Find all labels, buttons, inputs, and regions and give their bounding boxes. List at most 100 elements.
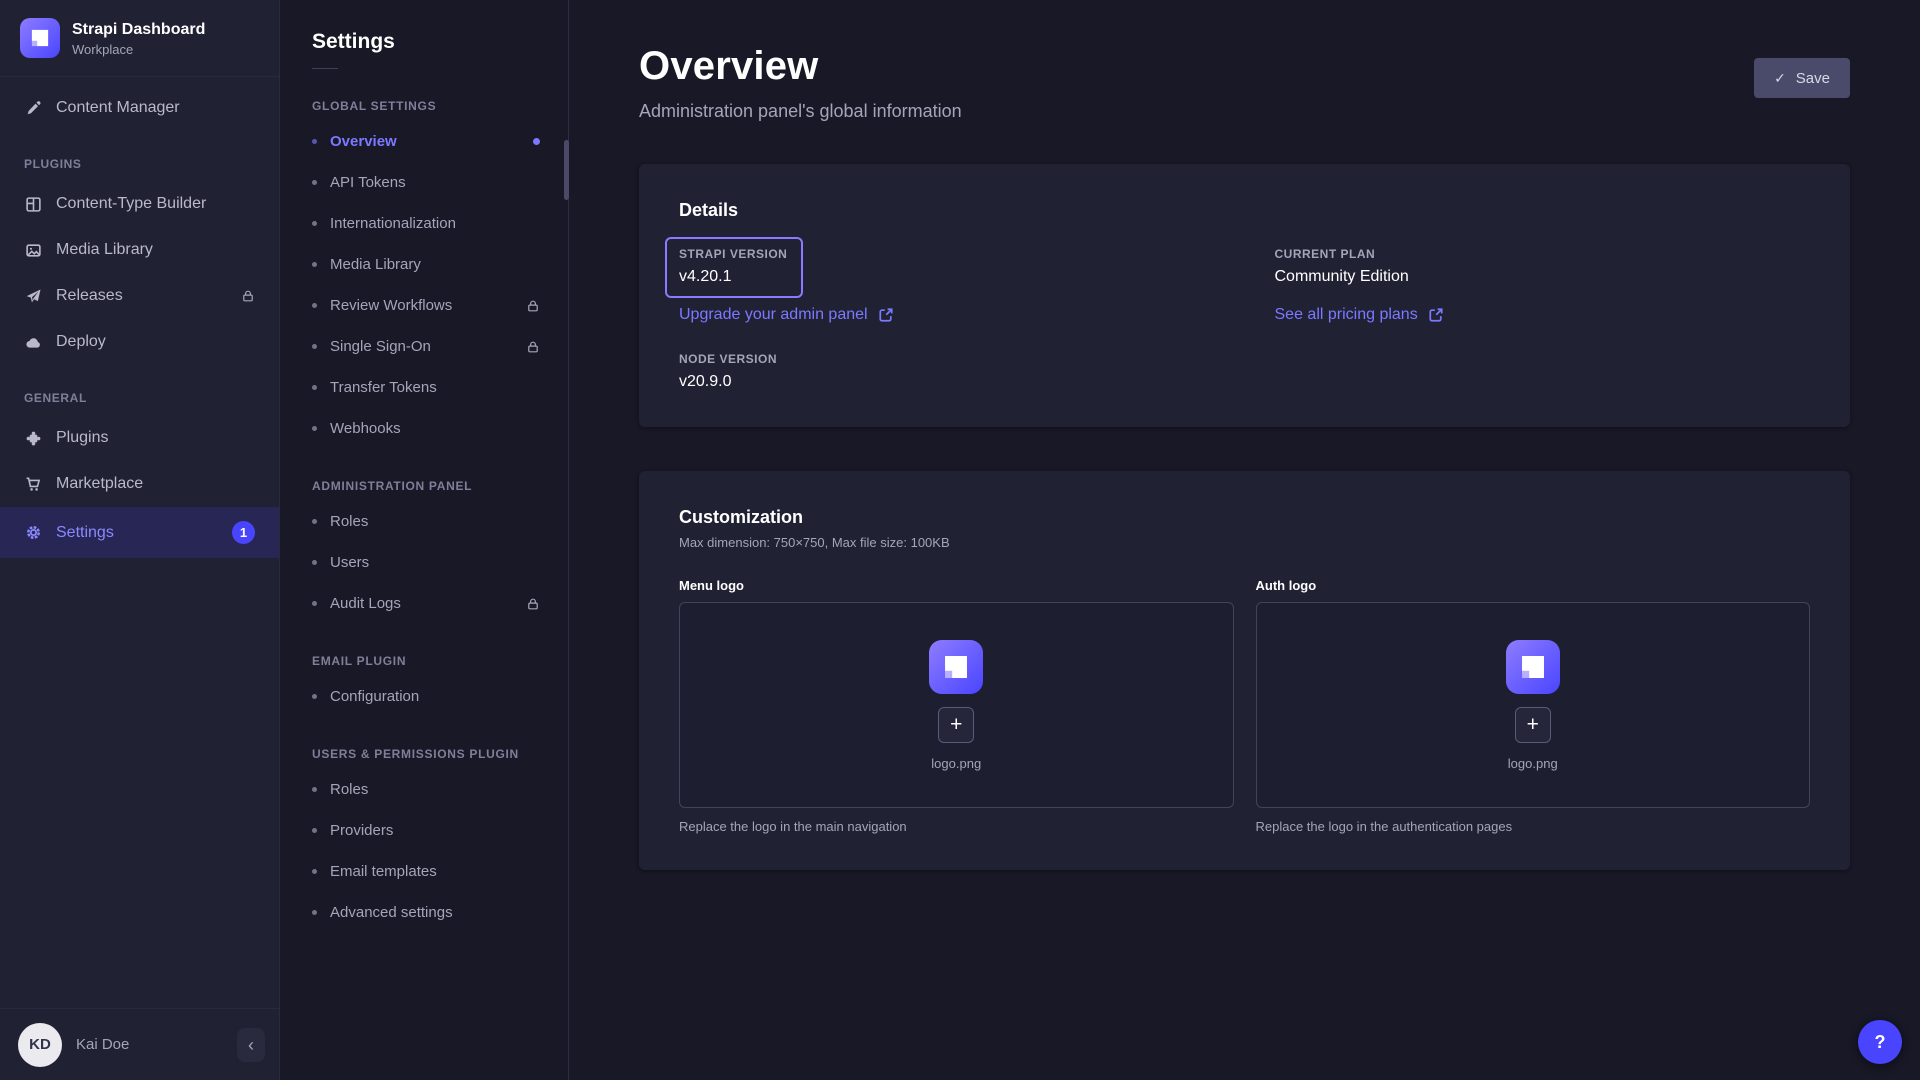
pricing-plans-link[interactable]: See all pricing plans [1275, 306, 1444, 324]
strapi-version-highlight: STRAPI VERSION v4.20.1 [665, 237, 803, 298]
subnav-item-roles[interactable]: Roles [280, 501, 568, 542]
subnav-item-label: Single Sign-On [330, 338, 431, 355]
save-button[interactable]: ✓ Save [1754, 58, 1850, 98]
sidebar-item-media-library[interactable]: Media Library [0, 227, 279, 273]
subnav-item-advanced-settings[interactable]: Advanced settings [280, 892, 568, 933]
sidebar-item-releases[interactable]: Releases [0, 273, 279, 319]
subnav-scrollbar[interactable] [564, 140, 569, 200]
subnav-title-divider [312, 68, 338, 69]
auth-logo-description: Replace the logo in the authentication p… [1256, 819, 1811, 834]
subnav-group-label: GLOBAL SETTINGS [312, 99, 536, 113]
subnav-item-audit-logs[interactable]: Audit Logs [280, 583, 568, 624]
lock-icon [526, 340, 540, 354]
subnav-item-label: Audit Logs [330, 595, 401, 612]
sidebar-item-plugins[interactable]: Plugins [0, 415, 279, 461]
sidebar-item-content-type-builder[interactable]: Content-Type Builder [0, 181, 279, 227]
menu-logo-label: Menu logo [679, 578, 1234, 593]
gear-icon [24, 524, 42, 542]
details-left-column: STRAPI VERSION v4.20.1 Upgrade your admi… [679, 247, 1215, 391]
customization-constraints: Max dimension: 750×750, Max file size: 1… [679, 535, 1810, 550]
bullet-icon [312, 601, 317, 606]
strapi-logo-icon [20, 18, 60, 58]
bullet-icon [312, 139, 317, 144]
subnav-groups: GLOBAL SETTINGS Overview API Tokens Interna… [280, 99, 568, 933]
subnav-item-users[interactable]: Users [280, 542, 568, 583]
cart-icon [24, 475, 42, 493]
auth-logo-upload[interactable]: + logo.png [1256, 602, 1811, 808]
sidebar-item-label: Marketplace [56, 475, 143, 493]
current-plan-value: Community Edition [1275, 268, 1811, 286]
bullet-icon [312, 694, 317, 699]
page-header: Overview Administration panel's global i… [639, 0, 1850, 122]
sidebar-item-label: Settings [56, 524, 114, 542]
subnav-item-label: Users [330, 554, 369, 571]
subnav-item-label: Review Workflows [330, 297, 452, 314]
bullet-icon [312, 869, 317, 874]
current-plan-label: CURRENT PLAN [1275, 247, 1811, 261]
menu-logo-add-button[interactable]: + [938, 707, 974, 743]
subnav-item-label: Transfer Tokens [330, 379, 437, 396]
auth-logo-add-button[interactable]: + [1515, 707, 1551, 743]
subnav-item-label: API Tokens [330, 174, 406, 191]
collapse-sidebar-button[interactable]: ‹ [237, 1028, 265, 1062]
subnav-item-configuration[interactable]: Configuration [280, 676, 568, 717]
workspace-brand[interactable]: Strapi Dashboard Workplace [0, 0, 279, 77]
strapi-version-label: STRAPI VERSION [679, 247, 787, 261]
details-title: Details [679, 200, 1810, 221]
subnav-item-providers[interactable]: Providers [280, 810, 568, 851]
auth-logo-field: Auth logo + logo.png Replace the logo in… [1256, 578, 1811, 834]
question-mark-icon: ? [1875, 1032, 1886, 1052]
sidebar-item-deploy[interactable]: Deploy [0, 319, 279, 365]
subnav-item-media-library[interactable]: Media Library [280, 244, 568, 285]
sidebar-item-marketplace[interactable]: Marketplace [0, 461, 279, 507]
sidebar-item-settings[interactable]: Settings1 [0, 507, 279, 558]
pricing-link-label: See all pricing plans [1275, 306, 1418, 324]
sidebar-footer: KD Kai Doe ‹ [0, 1008, 279, 1080]
menu-logo-filename: logo.png [931, 756, 981, 771]
subnav-item-label: Media Library [330, 256, 421, 273]
strapi-logo-icon [1506, 640, 1560, 694]
main-content: Overview Administration panel's global i… [569, 0, 1920, 1080]
sidebar-item-label: Content-Type Builder [56, 195, 206, 213]
subnav-item-webhooks[interactable]: Webhooks [280, 408, 568, 449]
subnav-title: Settings [312, 30, 568, 54]
menu-logo-upload[interactable]: + logo.png [679, 602, 1234, 808]
brand-subtitle: Workplace [72, 42, 205, 57]
subnav-item-label: Internationalization [330, 215, 456, 232]
sidebar-item-label: Media Library [56, 241, 153, 259]
help-button[interactable]: ? [1858, 1020, 1902, 1064]
node-version-value: v20.9.0 [679, 373, 1215, 391]
bullet-icon [312, 426, 317, 431]
subnav-item-single-sign-on[interactable]: Single Sign-On [280, 326, 568, 367]
customization-card: Customization Max dimension: 750×750, Ma… [639, 471, 1850, 870]
details-card: Details STRAPI VERSION v4.20.1 Upgrade y… [639, 164, 1850, 427]
subnav-item-transfer-tokens[interactable]: Transfer Tokens [280, 367, 568, 408]
sidebar-item-content-manager[interactable]: Content Manager [0, 85, 279, 131]
subnav-item-label: Advanced settings [330, 904, 453, 921]
strapi-version-value: v4.20.1 [679, 268, 787, 286]
customization-title: Customization [679, 507, 1810, 528]
external-link-icon [878, 307, 894, 323]
upgrade-admin-panel-link[interactable]: Upgrade your admin panel [679, 306, 894, 324]
subnav-item-review-workflows[interactable]: Review Workflows [280, 285, 568, 326]
subnav-item-label: Overview [330, 133, 397, 150]
subnav-item-label: Webhooks [330, 420, 401, 437]
lock-icon [241, 289, 255, 303]
sidebar-nav: Content ManagerPLUGINSContent-Type Build… [0, 77, 279, 1008]
save-button-label: Save [1796, 70, 1830, 87]
auth-logo-filename: logo.png [1508, 756, 1558, 771]
subnav-item-roles[interactable]: Roles [280, 769, 568, 810]
chevron-left-icon: ‹ [248, 1036, 254, 1054]
user-avatar[interactable]: KD [18, 1023, 62, 1067]
bullet-icon [312, 221, 317, 226]
subnav-item-overview[interactable]: Overview [280, 121, 568, 162]
sidebar-item-label: Releases [56, 287, 123, 305]
subnav-item-label: Email templates [330, 863, 437, 880]
sidebar-item-label: Content Manager [56, 99, 180, 117]
subnav-item-internationalization[interactable]: Internationalization [280, 203, 568, 244]
bullet-icon [312, 828, 317, 833]
subnav-item-api-tokens[interactable]: API Tokens [280, 162, 568, 203]
subnav-item-email-templates[interactable]: Email templates [280, 851, 568, 892]
lock-icon [526, 597, 540, 611]
cloud-icon [24, 333, 42, 351]
